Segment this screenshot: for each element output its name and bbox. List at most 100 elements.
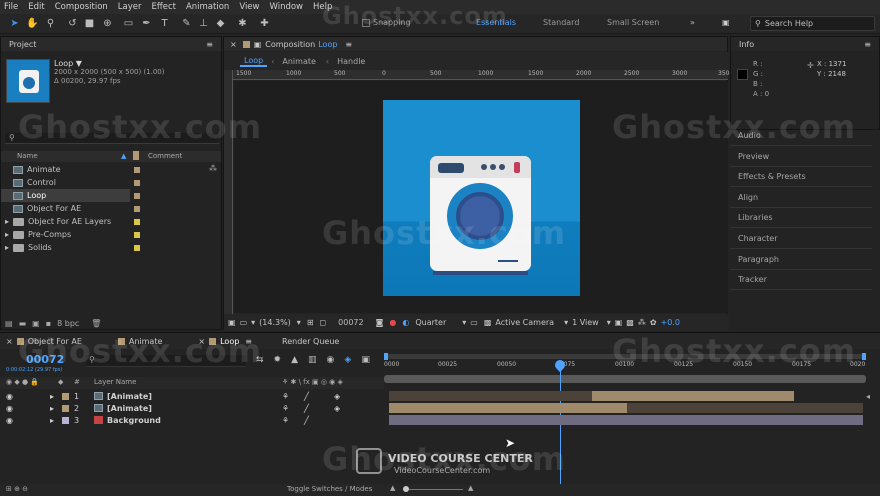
work-area-end-handle[interactable]	[862, 353, 866, 360]
workspace-essentials[interactable]: Essentials	[476, 18, 516, 27]
shy-switch-icon[interactable]: ⚘	[282, 416, 289, 425]
project-item-solids[interactable]: ▸ Solids	[1, 241, 209, 254]
timeline-tab-loop[interactable]: Loop	[220, 337, 239, 346]
timeline-search-input[interactable]: ⚲	[86, 355, 246, 367]
comp-panel-menu-icon[interactable]: ≡	[345, 40, 352, 49]
close-tab-icon[interactable]: ×	[198, 337, 205, 346]
label-swatch[interactable]	[134, 232, 140, 238]
rectangle-tool-icon[interactable]: ▭	[122, 17, 135, 30]
snapping-checkbox[interactable]	[362, 19, 370, 27]
timeline-tab-animate[interactable]: Animate	[129, 337, 163, 346]
menu-window[interactable]: Window	[269, 2, 303, 12]
rotate-tool-icon[interactable]: ↺	[66, 17, 79, 30]
draft-3d-icon[interactable]: ✹	[274, 355, 282, 365]
parent-link-icon[interactable]: ◈	[334, 392, 340, 401]
preview-panel-tab[interactable]: Preview	[730, 147, 872, 167]
camera-tool-icon[interactable]: ■	[83, 17, 96, 30]
quality-switch-icon[interactable]: ╱	[304, 404, 309, 413]
video-visibility-icon[interactable]: ◉	[6, 416, 13, 425]
roto-brush-tool-icon[interactable]: ✱	[236, 17, 249, 30]
name-column-header[interactable]: Name	[17, 152, 38, 160]
graph-editor-icon[interactable]: ◈	[344, 355, 351, 365]
sort-arrow-icon[interactable]: ▲	[121, 152, 126, 160]
project-item-pre-comps[interactable]: ▸ Pre-Comps	[1, 228, 209, 241]
work-area-start-handle[interactable]	[384, 353, 388, 360]
transparency-grid-icon[interactable]: ▩	[484, 318, 492, 327]
mask-visibility-icon[interactable]: ◻	[320, 318, 327, 327]
zoom-chevron-icon[interactable]: ▾	[297, 318, 301, 327]
region-of-interest-icon[interactable]: ▭	[470, 318, 478, 327]
puppet-pin-tool-icon[interactable]: ✚	[258, 17, 271, 30]
bpc-icon[interactable]: ▪	[46, 319, 51, 328]
time-ruler-area[interactable]: 0000 00025 00050 00075 00100 00125 00150…	[384, 351, 880, 391]
layer-name-header[interactable]: Layer Name	[94, 378, 136, 386]
project-tab[interactable]: Project	[9, 40, 36, 49]
expand-layer-switches-icon[interactable]: ⊞ ⊕ ⊖	[6, 485, 28, 493]
frame-blending-icon[interactable]: ▥	[308, 355, 317, 365]
project-item-animate[interactable]: Animate	[1, 163, 209, 176]
layer-name[interactable]: Background	[107, 416, 161, 425]
pan-behind-tool-icon[interactable]: ⊕	[101, 17, 114, 30]
timeline-timecode[interactable]: 00072	[26, 353, 64, 366]
label-swatch[interactable]	[134, 167, 140, 173]
expand-arrow-icon[interactable]: ▸	[1, 230, 13, 239]
shy-switch-icon[interactable]: ⚘	[282, 404, 289, 413]
menu-effect[interactable]: Effect	[152, 2, 176, 12]
layer-row-1[interactable]: ◉ ▸ 1 [Animate] ⚘ ╱ ◈	[0, 390, 384, 402]
switches-header-icons[interactable]: ⚘ ✱ \ fx ▣ ◎ ◉ ◈	[282, 378, 343, 386]
project-item-control[interactable]: Control	[1, 176, 209, 189]
current-time-display[interactable]: 00072	[338, 318, 363, 327]
shy-switch-icon[interactable]: ⚘	[282, 392, 289, 401]
paragraph-panel-tab[interactable]: Paragraph	[730, 250, 872, 270]
brush-tool-icon[interactable]: ✎	[180, 17, 193, 30]
flowchart-icon[interactable]: ⁂	[209, 164, 217, 173]
comp-name-label[interactable]: Loop ▼	[54, 59, 82, 68]
magnification-dropdown-icon[interactable]: ▾	[251, 318, 255, 327]
close-tab-icon[interactable]: ×	[230, 40, 237, 49]
zoom-slider-track[interactable]	[403, 489, 463, 490]
views-chevron-icon[interactable]: ▾	[607, 318, 611, 327]
shy-layers-icon[interactable]: ▲	[291, 355, 298, 365]
menu-layer[interactable]: Layer	[118, 2, 142, 12]
quality-switch-icon[interactable]: ╱	[304, 416, 309, 425]
interpret-footage-icon[interactable]: ▤	[5, 319, 13, 328]
project-item-object-for-ae-layers[interactable]: ▸ Object For AE Layers	[1, 215, 209, 228]
pen-tool-icon[interactable]: ✒	[140, 17, 153, 30]
tracker-panel-tab[interactable]: Tracker	[730, 270, 872, 290]
info-panel-menu-icon[interactable]: ≡	[864, 40, 871, 49]
toggle-switches-modes[interactable]: Toggle Switches / Modes	[287, 485, 372, 493]
comp-mini-flowchart-icon[interactable]: ⇆	[256, 355, 264, 365]
breadcrumb-handle[interactable]: Handle	[337, 57, 365, 66]
menu-view[interactable]: View	[239, 2, 259, 12]
zoom-slider-thumb[interactable]	[403, 486, 409, 492]
layer-label-swatch[interactable]	[62, 404, 69, 412]
motion-blur-icon[interactable]: ◉	[327, 355, 335, 365]
label-swatch[interactable]	[134, 180, 140, 186]
layer-row-3[interactable]: ◉ ▸ 3 Background ⚘ ╱	[0, 414, 384, 426]
av-features-icon[interactable]: ◉ ◆ ● 🔒	[6, 378, 39, 386]
menu-help[interactable]: Help	[313, 2, 332, 12]
menu-edit[interactable]: Edit	[28, 2, 44, 12]
layer-2-bar[interactable]	[389, 403, 627, 413]
exposure-value[interactable]: +0.0	[661, 318, 680, 327]
menu-animation[interactable]: Animation	[186, 2, 229, 12]
fast-preview-icon[interactable]: ▩	[626, 318, 634, 327]
resolution-chevron-icon[interactable]: ▾	[462, 318, 466, 327]
always-preview-icon[interactable]: ▣	[228, 318, 236, 327]
trash-icon[interactable]: 🗑	[91, 319, 101, 328]
composition-tab-label[interactable]: Composition	[265, 40, 315, 49]
flowchart-view-icon[interactable]: ⁂	[638, 318, 646, 327]
breadcrumb-loop[interactable]: Loop	[240, 56, 268, 67]
type-tool-icon[interactable]: T	[158, 17, 171, 30]
comment-column-header[interactable]: Comment	[148, 152, 182, 160]
reset-exposure-icon[interactable]: ✿	[650, 318, 657, 327]
layer-label-swatch[interactable]	[62, 416, 69, 424]
composition-viewer[interactable]	[234, 81, 728, 313]
zoom-dropdown[interactable]: (14.3%)	[259, 318, 291, 327]
workspace-small-screen[interactable]: Small Screen	[607, 18, 659, 27]
layer-name[interactable]: [Animate]	[107, 392, 152, 401]
grid-icon[interactable]: ⊞	[307, 318, 314, 327]
show-channel-icon[interactable]: ●	[389, 318, 396, 327]
menu-composition[interactable]: Composition	[55, 2, 108, 12]
composition-tab-name[interactable]: Loop	[318, 40, 337, 49]
